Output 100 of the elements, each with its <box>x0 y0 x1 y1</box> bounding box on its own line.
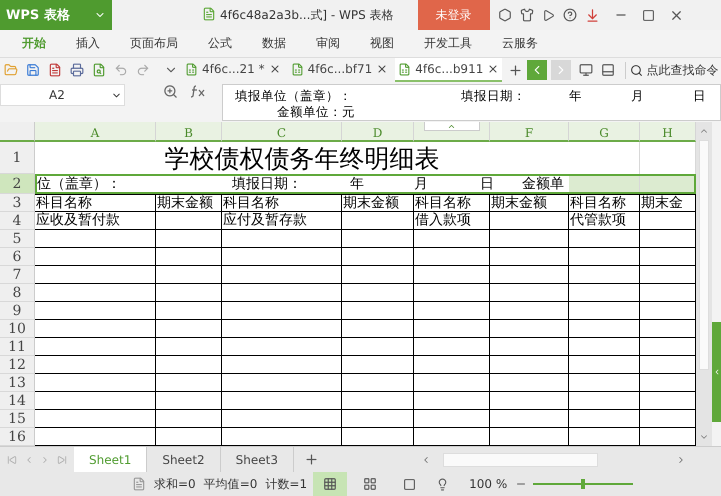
function-icon[interactable] <box>190 84 206 98</box>
close-icon[interactable] <box>268 63 281 75</box>
row-number[interactable]: 10 <box>0 320 35 338</box>
lightbulb-icon[interactable] <box>436 478 450 490</box>
row-number[interactable]: 15 <box>0 410 35 428</box>
table-cell <box>156 338 222 356</box>
table-cell <box>342 230 414 248</box>
table-cell <box>640 174 696 194</box>
table-cell <box>156 410 222 428</box>
table-cell: 借入款项 <box>414 212 490 230</box>
table-cell <box>569 356 640 374</box>
table-cell <box>342 266 414 284</box>
table-cell: 科目名称 <box>414 194 490 212</box>
column-header[interactable]: D <box>342 122 414 142</box>
ribbon-tab[interactable]: 视图 <box>370 35 408 52</box>
table-cell <box>156 320 222 338</box>
layout-icon[interactable] <box>403 478 416 490</box>
preview-icon[interactable] <box>92 63 106 77</box>
view-button[interactable] <box>313 472 348 496</box>
first-sheet-icon <box>6 454 17 464</box>
row-number[interactable]: 7 <box>0 266 35 284</box>
table-cell <box>569 374 640 392</box>
save-icon[interactable] <box>26 63 40 77</box>
collapse-handle[interactable] <box>424 122 480 131</box>
sum-text: 求和=0 <box>154 476 196 492</box>
document-tab[interactable]: 4f6c...bf71 <box>288 58 392 82</box>
table-cell <box>569 410 640 428</box>
maximize-icon[interactable] <box>642 8 655 22</box>
close-icon[interactable] <box>487 63 500 75</box>
monitor-icon[interactable] <box>579 63 594 77</box>
table-cell: 科目名称 <box>35 194 156 212</box>
last-sheet-icon <box>57 454 68 464</box>
tray-icon[interactable] <box>601 63 616 77</box>
grid-icon <box>323 477 338 491</box>
table-cell <box>342 284 414 302</box>
table-cell: 期末金额 <box>490 194 569 212</box>
column-header[interactable]: F <box>490 122 569 142</box>
formula-content[interactable]: 填报单位（盖章）： 填报日期： 年 月 日 金额单位：元 <box>222 84 721 121</box>
table-cell <box>342 248 414 266</box>
column-header[interactable]: H <box>640 122 696 142</box>
table-cell <box>156 374 222 392</box>
column-header[interactable]: G <box>569 122 640 142</box>
vertical-scrollbar[interactable] <box>696 122 712 446</box>
cell-text: 填报日期： <box>232 175 303 193</box>
row-number[interactable]: 11 <box>0 338 35 356</box>
column-header[interactable]: C <box>222 122 342 142</box>
zoom-icon <box>163 84 178 99</box>
row-number[interactable]: 13 <box>0 374 35 392</box>
row-number[interactable]: 5 <box>0 230 35 248</box>
shirt-icon[interactable] <box>520 8 534 22</box>
close-icon[interactable] <box>376 63 388 75</box>
name-box[interactable]: A2 <box>0 84 125 106</box>
ribbon-tab[interactable]: 插入 <box>76 35 114 52</box>
download-icon[interactable] <box>584 8 600 22</box>
search-icon <box>630 64 644 76</box>
ribbon-tab[interactable]: 审阅 <box>316 35 354 52</box>
column-header[interactable]: A <box>35 122 156 142</box>
table-cell: 期末金额 <box>156 194 222 212</box>
window-title: 4f6c48a2a3b...式] - WPS 表格 <box>220 6 394 24</box>
print-icon[interactable] <box>70 63 84 77</box>
row-number[interactable]: 16 <box>0 428 35 446</box>
cell-text: 金额单 <box>522 175 565 193</box>
help-icon[interactable] <box>562 8 577 22</box>
table-cell <box>569 230 640 248</box>
document-tab[interactable]: 4f6c...b911 <box>395 58 502 82</box>
row-number[interactable]: 4 <box>0 212 35 230</box>
search-field[interactable]: 点此查找命令 <box>625 62 718 78</box>
row-number[interactable]: 9 <box>0 302 35 320</box>
row-number[interactable]: 6 <box>0 248 35 266</box>
zoom-slider[interactable] <box>533 479 634 489</box>
row-number[interactable]: 8 <box>0 284 35 302</box>
document-tab[interactable]: 4f6c...21 * <box>182 58 284 82</box>
row-number[interactable]: 2 <box>0 174 35 194</box>
row-number[interactable]: 12 <box>0 356 35 374</box>
table-cell <box>156 302 222 320</box>
table-cell: 代管款项 <box>569 212 640 230</box>
table-cell <box>156 356 222 374</box>
ribbon-tab[interactable]: 云服务 <box>502 35 552 52</box>
column-header[interactable] <box>414 122 490 142</box>
table-cell <box>569 266 640 284</box>
column-header[interactable]: B <box>156 122 222 142</box>
table-cell <box>342 374 414 392</box>
table-cell <box>569 320 640 338</box>
row-number[interactable]: 1 <box>0 142 35 174</box>
new-tab-icon[interactable] <box>508 62 524 78</box>
table-cell <box>569 248 640 266</box>
ribbon-tab[interactable]: 开发工具 <box>424 35 486 52</box>
table-cell <box>569 338 640 356</box>
table-cell <box>156 230 222 248</box>
zoom-level[interactable]: 100 % <box>469 477 508 491</box>
formula-text: 金额单位：元 <box>277 104 356 120</box>
row-number[interactable]: 3 <box>0 194 35 212</box>
ribbon-tab[interactable]: 页面布局 <box>130 35 192 52</box>
ribbon-tab[interactable]: 公式 <box>208 35 246 52</box>
table-cell <box>342 212 414 230</box>
sheet-title: 学校债权债务年终明细表 <box>164 143 440 175</box>
table-cell <box>342 302 414 320</box>
table-cell <box>156 284 222 302</box>
ribbon-tab[interactable]: 数据 <box>262 35 300 52</box>
row-number[interactable]: 14 <box>0 392 35 410</box>
